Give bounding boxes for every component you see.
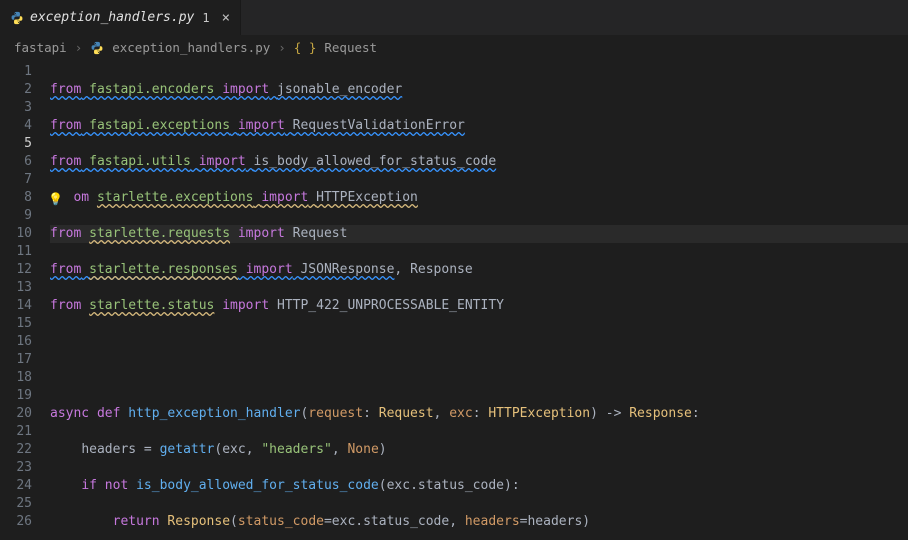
chevron-right-icon: › bbox=[75, 40, 83, 55]
breadcrumb-symbol[interactable]: Request bbox=[324, 40, 377, 55]
line-number: 3 bbox=[0, 99, 32, 117]
code-line: 💡 om starlette.exceptions import HTTPExc… bbox=[50, 189, 908, 207]
code-line: from fastapi.utils import is_body_allowe… bbox=[50, 153, 908, 171]
line-number: 13 bbox=[0, 279, 32, 297]
code-line: if not is_body_allowed_for_status_code(e… bbox=[50, 477, 908, 495]
line-number: 9 bbox=[0, 207, 32, 225]
code-line: from starlette.status import HTTP_422_UN… bbox=[50, 297, 908, 315]
code-line: from fastapi.encoders import jsonable_en… bbox=[50, 81, 908, 99]
line-number: 4 bbox=[0, 117, 32, 135]
close-icon[interactable]: × bbox=[222, 10, 230, 26]
code-editor[interactable]: 1234567891011121314151617181920212223242… bbox=[0, 61, 908, 540]
line-number: 2 bbox=[0, 81, 32, 99]
line-number: 16 bbox=[0, 333, 32, 351]
code-line bbox=[50, 333, 908, 351]
line-number: 12 bbox=[0, 261, 32, 279]
line-number: 19 bbox=[0, 387, 32, 405]
python-file-icon bbox=[10, 11, 24, 25]
symbol-namespace-icon: { } bbox=[294, 40, 317, 55]
line-number: 23 bbox=[0, 459, 32, 477]
breadcrumb-folder[interactable]: fastapi bbox=[14, 40, 67, 55]
line-number: 14 bbox=[0, 297, 32, 315]
modified-indicator: 1 bbox=[202, 11, 209, 25]
chevron-right-icon: › bbox=[278, 40, 286, 55]
line-number: 15 bbox=[0, 315, 32, 333]
line-number: 25 bbox=[0, 495, 32, 513]
line-number-gutter: 1234567891011121314151617181920212223242… bbox=[0, 61, 50, 540]
line-number: 5 bbox=[0, 135, 32, 153]
line-number: 20 bbox=[0, 405, 32, 423]
code-line: headers = getattr(exc, "headers", None) bbox=[50, 441, 908, 459]
code-line: return Response(status_code=exc.status_c… bbox=[50, 513, 908, 531]
line-number: 6 bbox=[0, 153, 32, 171]
line-number: 7 bbox=[0, 171, 32, 189]
line-number: 11 bbox=[0, 243, 32, 261]
line-number: 21 bbox=[0, 423, 32, 441]
lightbulb-icon[interactable]: 💡 bbox=[48, 190, 62, 204]
editor-tab[interactable]: exception_handlers.py 1 × bbox=[0, 0, 241, 35]
line-number: 24 bbox=[0, 477, 32, 495]
python-file-icon bbox=[90, 41, 104, 55]
code-line: from fastapi.exceptions import RequestVa… bbox=[50, 117, 908, 135]
line-number: 18 bbox=[0, 369, 32, 387]
code-line: from starlette.requests import Request bbox=[50, 225, 908, 243]
line-number: 22 bbox=[0, 441, 32, 459]
code-line: async def http_exception_handler(request… bbox=[50, 405, 908, 423]
code-line bbox=[50, 369, 908, 387]
tab-filename: exception_handlers.py bbox=[30, 10, 194, 25]
line-number: 10 bbox=[0, 225, 32, 243]
line-number: 26 bbox=[0, 513, 32, 531]
code-content[interactable]: from fastapi.encoders import jsonable_en… bbox=[50, 61, 908, 540]
tab-bar: exception_handlers.py 1 × bbox=[0, 0, 908, 35]
breadcrumb-file[interactable]: exception_handlers.py bbox=[112, 40, 270, 55]
code-line: from starlette.responses import JSONResp… bbox=[50, 261, 908, 279]
line-number: 8 bbox=[0, 189, 32, 207]
line-number: 17 bbox=[0, 351, 32, 369]
line-number: 1 bbox=[0, 63, 32, 81]
breadcrumb: fastapi › exception_handlers.py › { } Re… bbox=[0, 35, 908, 61]
